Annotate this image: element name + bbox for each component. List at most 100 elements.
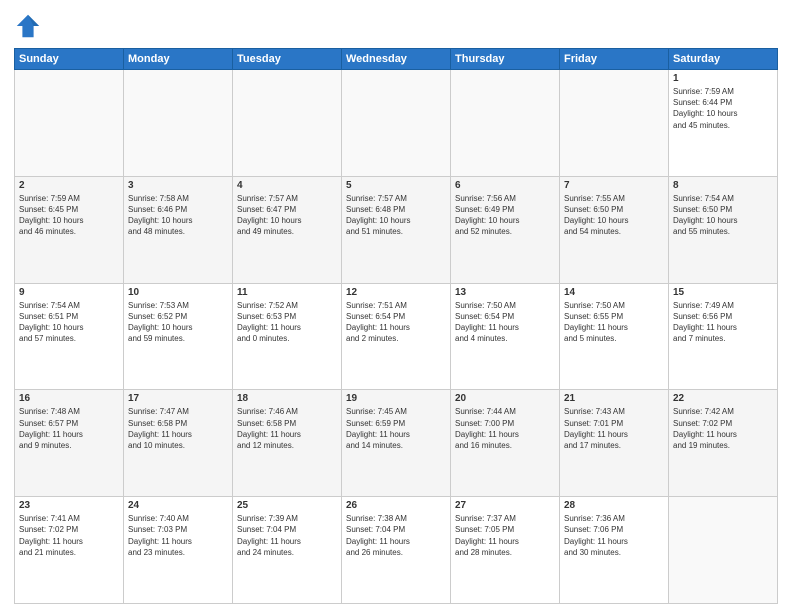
day-info: Sunrise: 7:37 AM Sunset: 7:05 PM Dayligh… [455, 513, 555, 558]
calendar-week-row-2: 9 Sunrise: 7:54 AM Sunset: 6:51 PM Daylig… [15, 283, 778, 390]
day-number: 20 [455, 393, 555, 404]
header [14, 12, 778, 40]
day-info: Sunrise: 7:52 AM Sunset: 6:53 PM Dayligh… [237, 300, 337, 345]
day-info: Sunrise: 7:59 AM Sunset: 6:45 PM Dayligh… [19, 193, 119, 238]
calendar-week-row-1: 2 Sunrise: 7:59 AM Sunset: 6:45 PM Daylig… [15, 176, 778, 283]
day-number: 28 [564, 500, 664, 511]
day-info: Sunrise: 7:45 AM Sunset: 6:59 PM Dayligh… [346, 406, 446, 451]
calendar-cell: 26 Sunrise: 7:38 AM Sunset: 7:04 PM Dayli… [342, 497, 451, 604]
day-info: Sunrise: 7:47 AM Sunset: 6:58 PM Dayligh… [128, 406, 228, 451]
day-number: 12 [346, 287, 446, 298]
weekday-header-sunday: Sunday [15, 49, 124, 70]
day-info: Sunrise: 7:54 AM Sunset: 6:51 PM Dayligh… [19, 300, 119, 345]
calendar-cell [342, 70, 451, 177]
calendar-cell: 20 Sunrise: 7:44 AM Sunset: 7:00 PM Dayli… [451, 390, 560, 497]
weekday-header-friday: Friday [560, 49, 669, 70]
calendar-cell [451, 70, 560, 177]
day-number: 22 [673, 393, 773, 404]
calendar-cell: 24Sunrise: 7:40 AM Sunset: 7:03 PM Dayli… [124, 497, 233, 604]
logo-icon [14, 12, 42, 40]
calendar-cell: 19 Sunrise: 7:45 AM Sunset: 6:59 PM Dayli… [342, 390, 451, 497]
day-number: 10 [128, 287, 228, 298]
calendar-cell: 8 Sunrise: 7:54 AM Sunset: 6:50 PM Daylig… [669, 176, 778, 283]
calendar-cell: 1 Sunrise: 7:59 AM Sunset: 6:44 PM Daylig… [669, 70, 778, 177]
day-info: Sunrise: 7:50 AM Sunset: 6:55 PM Dayligh… [564, 300, 664, 345]
calendar-cell [233, 70, 342, 177]
calendar-cell: 18 Sunrise: 7:46 AM Sunset: 6:58 PM Dayli… [233, 390, 342, 497]
day-info: Sunrise: 7:55 AM Sunset: 6:50 PM Dayligh… [564, 193, 664, 238]
calendar-cell: 23 Sunrise: 7:41 AM Sunset: 7:02 PM Dayli… [15, 497, 124, 604]
day-number: 9 [19, 287, 119, 298]
calendar-cell [560, 70, 669, 177]
day-info: Sunrise: 7:42 AM Sunset: 7:02 PM Dayligh… [673, 406, 773, 451]
day-number: 13 [455, 287, 555, 298]
day-number: 4 [237, 180, 337, 191]
weekday-header-monday: Monday [124, 49, 233, 70]
calendar-cell: 13 Sunrise: 7:50 AM Sunset: 6:54 PM Dayli… [451, 283, 560, 390]
calendar-table: SundayMondayTuesdayWednesdayThursdayFrid… [14, 48, 778, 604]
day-number: 25 [237, 500, 337, 511]
day-number: 26 [346, 500, 446, 511]
day-info: Sunrise: 7:56 AM Sunset: 6:49 PM Dayligh… [455, 193, 555, 238]
calendar-cell: 16 Sunrise: 7:48 AM Sunset: 6:57 PM Dayli… [15, 390, 124, 497]
day-number: 8 [673, 180, 773, 191]
weekday-header-thursday: Thursday [451, 49, 560, 70]
calendar-cell: 3 Sunrise: 7:58 AM Sunset: 6:46 PM Daylig… [124, 176, 233, 283]
day-info: Sunrise: 7:36 AM Sunset: 7:06 PM Dayligh… [564, 513, 664, 558]
day-number: 19 [346, 393, 446, 404]
day-info: Sunrise: 7:53 AM Sunset: 6:52 PM Dayligh… [128, 300, 228, 345]
calendar-cell [669, 497, 778, 604]
calendar-cell: 10 Sunrise: 7:53 AM Sunset: 6:52 PM Dayli… [124, 283, 233, 390]
day-number: 3 [128, 180, 228, 191]
calendar-cell: 17 Sunrise: 7:47 AM Sunset: 6:58 PM Dayli… [124, 390, 233, 497]
logo [14, 12, 46, 40]
calendar-cell [124, 70, 233, 177]
day-number: 21 [564, 393, 664, 404]
day-info: Sunrise: 7:46 AM Sunset: 6:58 PM Dayligh… [237, 406, 337, 451]
day-info: Sunrise: 7:44 AM Sunset: 7:00 PM Dayligh… [455, 406, 555, 451]
day-info: Sunrise: 7:43 AM Sunset: 7:01 PM Dayligh… [564, 406, 664, 451]
day-number: 6 [455, 180, 555, 191]
day-number: 1 [673, 73, 773, 84]
day-info: Sunrise: 7:48 AM Sunset: 6:57 PM Dayligh… [19, 406, 119, 451]
calendar-cell: 14 Sunrise: 7:50 AM Sunset: 6:55 PM Dayli… [560, 283, 669, 390]
calendar-cell: 15 Sunrise: 7:49 AM Sunset: 6:56 PM Dayli… [669, 283, 778, 390]
calendar-cell: 9 Sunrise: 7:54 AM Sunset: 6:51 PM Daylig… [15, 283, 124, 390]
day-info: Sunrise: 7:58 AM Sunset: 6:46 PM Dayligh… [128, 193, 228, 238]
calendar-cell: 4Sunrise: 7:57 AM Sunset: 6:47 PM Daylig… [233, 176, 342, 283]
day-info: Sunrise: 7:39 AM Sunset: 7:04 PM Dayligh… [237, 513, 337, 558]
calendar-week-row-4: 23 Sunrise: 7:41 AM Sunset: 7:02 PM Dayli… [15, 497, 778, 604]
calendar-cell: 2 Sunrise: 7:59 AM Sunset: 6:45 PM Daylig… [15, 176, 124, 283]
day-number: 14 [564, 287, 664, 298]
weekday-header-saturday: Saturday [669, 49, 778, 70]
day-number: 17 [128, 393, 228, 404]
day-number: 11 [237, 287, 337, 298]
day-info: Sunrise: 7:51 AM Sunset: 6:54 PM Dayligh… [346, 300, 446, 345]
day-number: 23 [19, 500, 119, 511]
weekday-header-wednesday: Wednesday [342, 49, 451, 70]
day-number: 7 [564, 180, 664, 191]
calendar-cell: 28 Sunrise: 7:36 AM Sunset: 7:06 PM Dayli… [560, 497, 669, 604]
day-number: 18 [237, 393, 337, 404]
day-info: Sunrise: 7:59 AM Sunset: 6:44 PM Dayligh… [673, 86, 773, 131]
day-info: Sunrise: 7:50 AM Sunset: 6:54 PM Dayligh… [455, 300, 555, 345]
calendar-cell: 11 Sunrise: 7:52 AM Sunset: 6:53 PM Dayli… [233, 283, 342, 390]
day-number: 27 [455, 500, 555, 511]
calendar-cell: 21 Sunrise: 7:43 AM Sunset: 7:01 PM Dayli… [560, 390, 669, 497]
day-number: 15 [673, 287, 773, 298]
calendar-cell: 6 Sunrise: 7:56 AM Sunset: 6:49 PM Daylig… [451, 176, 560, 283]
day-info: Sunrise: 7:38 AM Sunset: 7:04 PM Dayligh… [346, 513, 446, 558]
calendar-week-row-3: 16 Sunrise: 7:48 AM Sunset: 6:57 PM Dayli… [15, 390, 778, 497]
day-info: Sunrise: 7:41 AM Sunset: 7:02 PM Dayligh… [19, 513, 119, 558]
calendar-cell: 25 Sunrise: 7:39 AM Sunset: 7:04 PM Dayli… [233, 497, 342, 604]
day-info: Sunrise: 7:49 AM Sunset: 6:56 PM Dayligh… [673, 300, 773, 345]
calendar-cell: 5 Sunrise: 7:57 AM Sunset: 6:48 PM Daylig… [342, 176, 451, 283]
day-info: Sunrise: 7:57 AM Sunset: 6:48 PM Dayligh… [346, 193, 446, 238]
day-number: 5 [346, 180, 446, 191]
day-info: Sunrise: 7:54 AM Sunset: 6:50 PM Dayligh… [673, 193, 773, 238]
day-number: 2 [19, 180, 119, 191]
calendar-cell: 27 Sunrise: 7:37 AM Sunset: 7:05 PM Dayli… [451, 497, 560, 604]
day-number: 24 [128, 500, 228, 511]
calendar-cell: 7 Sunrise: 7:55 AM Sunset: 6:50 PM Daylig… [560, 176, 669, 283]
day-number: 16 [19, 393, 119, 404]
